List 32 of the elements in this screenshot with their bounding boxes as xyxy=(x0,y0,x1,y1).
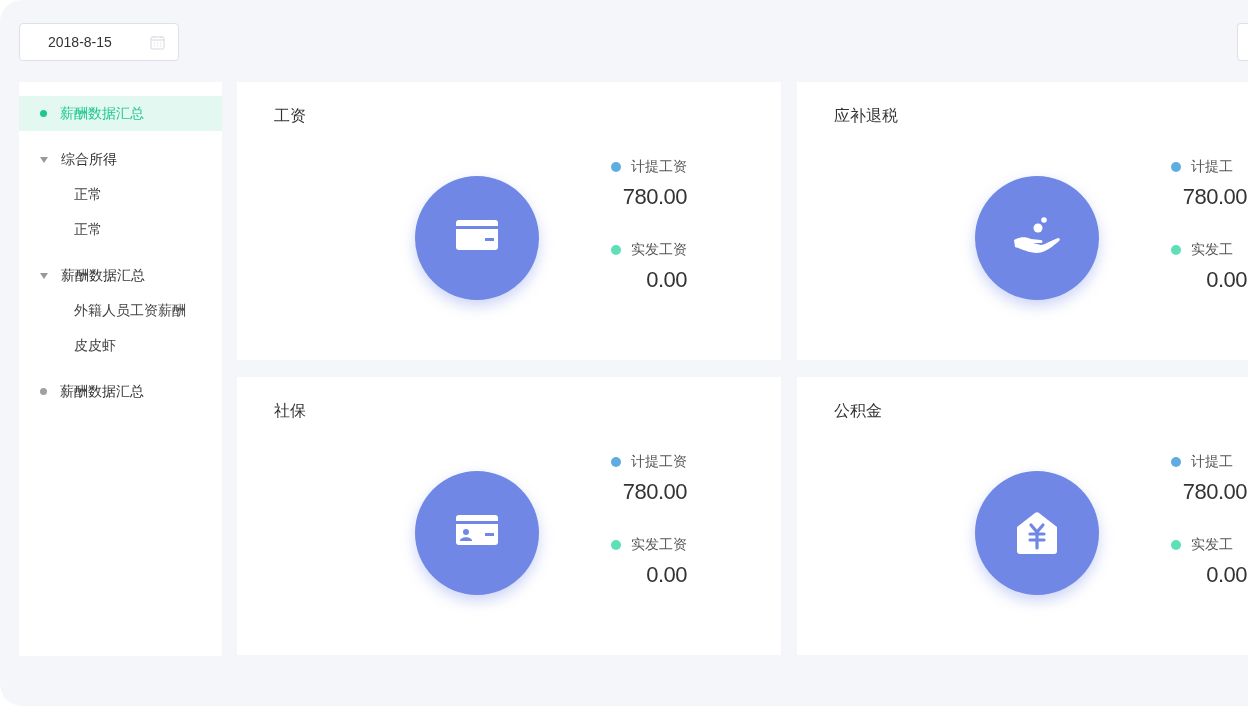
sidebar-item[interactable]: 薪酬数据汇总 xyxy=(19,374,222,409)
metric-label: 实发工 xyxy=(1191,241,1233,259)
metric-value: 780.00 xyxy=(1181,479,1247,505)
card-title: 工资 xyxy=(274,106,307,126)
sidebar-subitem[interactable]: 皮皮虾 xyxy=(19,328,222,363)
metric-label: 计提工 xyxy=(1191,453,1233,471)
sidebar-item[interactable]: 综合所得 xyxy=(19,142,222,177)
metric-value: 0.00 xyxy=(1205,267,1247,293)
caret-icon[interactable] xyxy=(40,156,48,163)
metric-value: 0.00 xyxy=(1205,562,1247,588)
date-field[interactable]: 2018-8-15 xyxy=(19,23,179,61)
metric-value: 780.00 xyxy=(621,479,687,505)
bullet-icon xyxy=(40,388,47,395)
metric-label: 实发工资 xyxy=(631,241,687,259)
sidebar-subitem[interactable]: 外籍人员工资薪酬 xyxy=(19,293,222,328)
caret-icon[interactable] xyxy=(40,272,48,279)
metric-label: 实发工 xyxy=(1191,536,1233,554)
metric-value: 780.00 xyxy=(1181,184,1247,210)
metric-label: 实发工资 xyxy=(631,536,687,554)
metric-label: 计提工资 xyxy=(631,453,687,471)
card-title: 公积金 xyxy=(834,401,883,421)
sidebar-subitem[interactable]: 正常 xyxy=(19,177,222,212)
card-title: 应补退税 xyxy=(834,106,899,126)
sidebar-subitem[interactable]: 正常 xyxy=(19,212,222,247)
metric-value: 0.00 xyxy=(645,267,687,293)
metric-label: 计提工资 xyxy=(631,158,687,176)
metric-value: 780.00 xyxy=(621,184,687,210)
card-title: 社保 xyxy=(274,401,307,421)
sidebar-item[interactable]: 薪酬数据汇总 xyxy=(19,258,222,293)
metric-value: 0.00 xyxy=(645,562,687,588)
bullet-icon xyxy=(40,110,47,117)
metric-label: 计提工 xyxy=(1191,158,1233,176)
